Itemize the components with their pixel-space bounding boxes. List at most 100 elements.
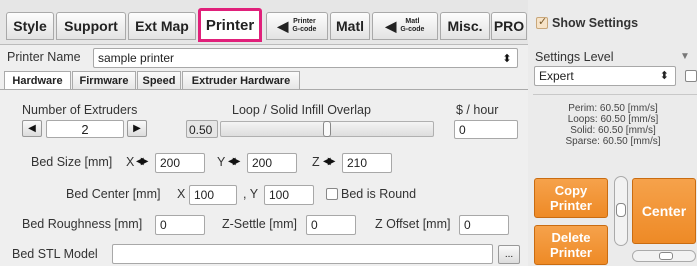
- settings-level-label: Settings Level: [535, 50, 614, 64]
- speed-sparse: Sparse: 60.50 [mm/s]: [565, 136, 661, 147]
- bed-roughness-value: 0: [160, 218, 167, 232]
- tab-printer-label: Printer: [205, 16, 255, 34]
- settings-level-value: Expert: [539, 69, 574, 83]
- bed-size-z-label: Z: [312, 155, 320, 169]
- select-arrows-icon: ⬍: [502, 52, 512, 65]
- settings-level-select[interactable]: Expert ⬍: [534, 66, 676, 86]
- subtab-speed[interactable]: Speed: [137, 71, 181, 89]
- bed-roughness-label: Bed Roughness [mm]: [22, 217, 143, 231]
- settings-extra-checkbox[interactable]: [685, 70, 697, 82]
- subtab-extruder-hardware[interactable]: Extruder Hardware: [182, 71, 300, 89]
- center-button[interactable]: Center: [632, 178, 696, 244]
- printer-panel: Printer Name sample printer ⬍ Hardware F…: [0, 44, 528, 266]
- extruders-field[interactable]: 2: [46, 120, 124, 138]
- horizontal-slider-thumb[interactable]: [659, 252, 673, 260]
- z-settle-label: Z-Settle [mm]: [222, 217, 298, 231]
- tab-printer-gcode-label-top: Printer: [293, 18, 316, 25]
- z-offset-label: Z Offset [mm]: [375, 217, 451, 231]
- tab-ext-map-label: Ext Map: [135, 18, 189, 34]
- tab-pro[interactable]: PRO: [491, 12, 527, 40]
- cost-label: $ / hour: [456, 103, 499, 117]
- speed-loops: Loops: 60.50 [mm/s]: [567, 114, 659, 125]
- bed-round-label: Bed is Round: [341, 187, 417, 201]
- tab-misc-label: Misc.: [447, 18, 483, 34]
- bed-stl-field[interactable]: [112, 244, 493, 264]
- left-arrow-icon: ◀: [385, 17, 397, 34]
- printer-name-label: Printer Name: [7, 50, 81, 64]
- tab-matl-label: Matl: [336, 18, 364, 34]
- vertical-slider[interactable]: [614, 176, 628, 246]
- printer-name-select[interactable]: sample printer: [93, 48, 518, 68]
- z-settle-value: 0: [311, 218, 318, 232]
- overlap-value: 0.50: [189, 123, 213, 137]
- tab-matl[interactable]: Matl: [330, 12, 370, 40]
- tab-misc[interactable]: Misc.: [440, 12, 490, 40]
- main-tab-bar: Style Support Ext Map Printer ◀ Printer G…: [0, 0, 528, 46]
- subtab-hardware-label: Hardware: [12, 74, 63, 87]
- vertical-slider-thumb[interactable]: [616, 203, 626, 217]
- bed-size-x-value: 200: [160, 156, 181, 170]
- tab-pro-label: PRO: [493, 18, 525, 34]
- bed-center-y-label: , Y: [243, 187, 259, 201]
- printer-name-value: sample printer: [98, 51, 175, 65]
- delete-printer-label-bottom: Printer: [550, 245, 592, 260]
- z-settle-field[interactable]: 0: [306, 215, 356, 235]
- delete-printer-button[interactable]: Delete Printer: [534, 225, 608, 265]
- tab-support[interactable]: Support: [56, 12, 126, 40]
- bed-center-y-field[interactable]: 100: [264, 185, 314, 205]
- tab-ext-map[interactable]: Ext Map: [128, 12, 196, 40]
- tab-style-label: Style: [13, 18, 47, 34]
- bed-size-x-field[interactable]: 200: [155, 153, 205, 173]
- bed-stl-browse-button[interactable]: ...: [498, 245, 520, 264]
- double-arrow-icon: ◀▶: [323, 156, 336, 167]
- bed-center-x-field[interactable]: 100: [189, 185, 237, 205]
- tab-matl-gcode-label-bottom: G-code: [400, 26, 425, 33]
- bed-roughness-field[interactable]: 0: [155, 215, 205, 235]
- collapse-arrow-icon[interactable]: ▼: [680, 51, 690, 62]
- overlap-slider[interactable]: [220, 121, 434, 137]
- bed-stl-label: Bed STL Model: [12, 247, 98, 261]
- subtab-speed-label: Speed: [142, 74, 176, 87]
- speed-perim: Perim: 60.50 [mm/s]: [568, 103, 658, 114]
- bed-size-x-label: X: [126, 155, 135, 169]
- z-offset-value: 0: [464, 218, 471, 232]
- subtab-firmware-label: Firmware: [79, 74, 129, 87]
- delete-printer-label-top: Delete: [551, 230, 591, 245]
- tab-support-label: Support: [64, 18, 118, 34]
- tab-printer-gcode[interactable]: ◀ Printer G-code: [266, 12, 328, 40]
- extruders-label: Number of Extruders: [22, 103, 138, 117]
- bed-stl-browse-label: ...: [504, 249, 514, 260]
- bed-center-label: Bed Center [mm]: [66, 187, 161, 201]
- overlap-label: Loop / Solid Infill Overlap: [232, 103, 371, 117]
- cost-field[interactable]: 0: [454, 120, 518, 139]
- bed-size-y-value: 200: [252, 156, 273, 170]
- extruders-decrement-button[interactable]: ◀: [22, 120, 42, 137]
- bed-size-y-field[interactable]: 200: [247, 153, 297, 173]
- tab-matl-gcode-label-top: Matl: [405, 18, 420, 25]
- select-arrows-icon: ⬍: [659, 70, 669, 82]
- copy-printer-button[interactable]: Copy Printer: [534, 178, 608, 218]
- bed-center-x-value: 100: [194, 188, 215, 202]
- bed-size-z-field[interactable]: 210: [342, 153, 392, 173]
- copy-printer-label-bottom: Printer: [550, 198, 592, 213]
- tab-matl-gcode[interactable]: ◀ Matl G-code: [372, 12, 438, 40]
- horizontal-slider[interactable]: [632, 250, 696, 262]
- tab-style[interactable]: Style: [6, 12, 54, 40]
- cost-value: 0: [459, 123, 466, 137]
- bed-size-y-label: Y: [217, 155, 226, 169]
- overlap-slider-thumb[interactable]: [323, 121, 331, 137]
- speed-solid: Solid: 60.50 [mm/s]: [570, 125, 656, 136]
- subtab-divider: [0, 89, 528, 90]
- tab-printer-gcode-label-bottom: G-code: [292, 26, 317, 33]
- show-settings-label: Show Settings: [552, 16, 639, 30]
- bed-round-checkbox[interactable]: [326, 188, 338, 200]
- show-settings-checkbox[interactable]: ✓: [536, 16, 548, 29]
- z-offset-field[interactable]: 0: [459, 215, 509, 235]
- double-arrow-icon: ◀▶: [136, 156, 149, 167]
- subtab-firmware[interactable]: Firmware: [72, 71, 136, 89]
- bed-center-y-value: 100: [269, 188, 290, 202]
- extruders-increment-button[interactable]: ▶: [127, 120, 147, 137]
- subtab-hardware[interactable]: Hardware: [4, 71, 71, 89]
- subtab-extruder-hardware-label: Extruder Hardware: [191, 74, 291, 87]
- tab-printer[interactable]: Printer: [198, 8, 262, 42]
